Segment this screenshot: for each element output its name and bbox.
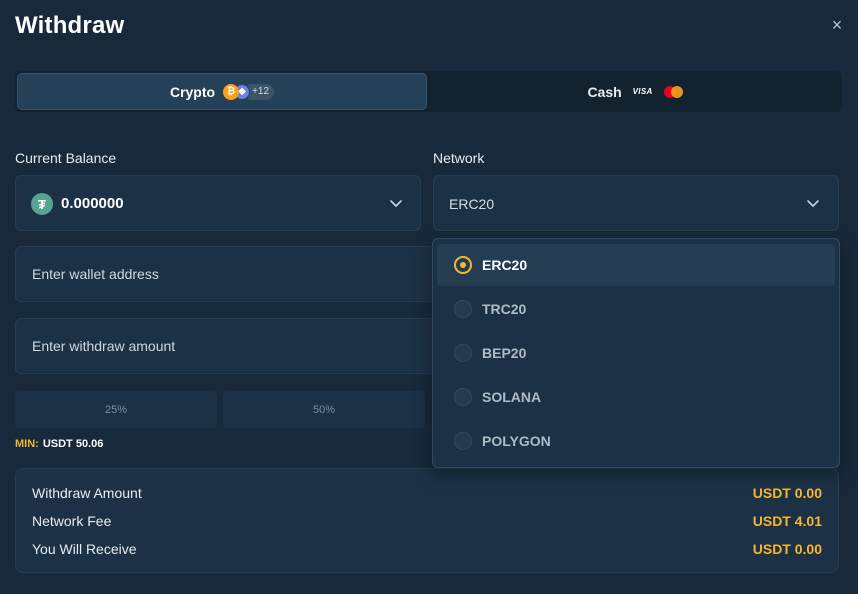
network-selected-value: ERC20 <box>449 196 495 212</box>
withdraw-amount-input[interactable]: Enter withdraw amount <box>15 318 435 374</box>
network-label: Network <box>433 150 485 166</box>
radio-icon <box>454 432 472 450</box>
chevron-down-icon <box>807 200 819 207</box>
network-dropdown: ERC20 TRC20 BEP20 SOLANA POLYGON <box>432 238 840 468</box>
summary-value: USDT 0.00 <box>752 541 822 557</box>
wallet-address-input[interactable]: Enter wallet address <box>15 246 435 302</box>
min-label: MIN: <box>15 438 39 450</box>
network-option-erc20[interactable]: ERC20 <box>437 244 835 286</box>
dialog-title: Withdraw <box>15 12 125 39</box>
coin-icons: ₿ ◆ +12 <box>223 83 275 100</box>
mastercard-icon <box>662 85 684 99</box>
network-select[interactable]: ERC20 <box>433 175 839 231</box>
min-value: USDT 50.06 <box>42 438 104 450</box>
percent-50-button[interactable]: 50% <box>223 391 425 428</box>
tab-cash-label: Cash <box>587 83 622 100</box>
bitcoin-icon: ₿ <box>223 83 240 100</box>
network-option-trc20[interactable]: TRC20 <box>437 288 835 330</box>
network-option-label: ERC20 <box>482 257 528 273</box>
radio-icon <box>454 388 472 406</box>
min-withdraw: MIN: USDT 50.06 <box>15 438 103 450</box>
method-tabs: Crypto ₿ ◆ +12 Cash VISA <box>15 71 842 112</box>
tab-crypto[interactable]: Crypto ₿ ◆ +12 <box>17 73 427 110</box>
network-option-label: POLYGON <box>482 433 551 449</box>
network-option-label: BEP20 <box>482 345 527 361</box>
current-balance-label: Current Balance <box>15 150 117 166</box>
summary-label: You Will Receive <box>32 541 137 557</box>
tab-cash[interactable]: Cash VISA <box>429 71 842 112</box>
summary-label: Withdraw Amount <box>32 485 142 501</box>
percent-25-button[interactable]: 25% <box>15 391 217 428</box>
network-option-label: TRC20 <box>482 301 527 317</box>
radio-icon <box>454 344 472 362</box>
usdt-tether-icon: ₮ <box>31 193 53 215</box>
tab-crypto-label: Crypto <box>169 83 216 100</box>
chevron-down-icon <box>390 200 402 207</box>
balance-select[interactable]: ₮ 0.000000 <box>15 175 421 231</box>
summary-row: Network Fee USDT 4.01 <box>32 513 822 533</box>
summary-value: USDT 0.00 <box>752 485 822 501</box>
summary-row: Withdraw Amount USDT 0.00 <box>32 485 822 505</box>
radio-selected-icon <box>454 256 472 274</box>
wallet-address-placeholder: Enter wallet address <box>32 266 159 282</box>
network-option-bep20[interactable]: BEP20 <box>437 332 835 374</box>
summary-panel: Withdraw Amount USDT 0.00 Network Fee US… <box>15 468 839 573</box>
network-option-polygon[interactable]: POLYGON <box>437 420 835 462</box>
close-icon[interactable]: × <box>828 16 846 34</box>
balance-value: 0.000000 <box>61 195 124 212</box>
withdraw-amount-placeholder: Enter withdraw amount <box>32 338 176 354</box>
network-option-label: SOLANA <box>482 389 542 405</box>
visa-icon: VISA <box>632 87 653 96</box>
summary-label: Network Fee <box>32 513 112 529</box>
radio-icon <box>454 300 472 318</box>
summary-value: USDT 4.01 <box>752 513 822 529</box>
summary-row: You Will Receive USDT 0.00 <box>32 541 822 561</box>
network-option-solana[interactable]: SOLANA <box>437 376 835 418</box>
